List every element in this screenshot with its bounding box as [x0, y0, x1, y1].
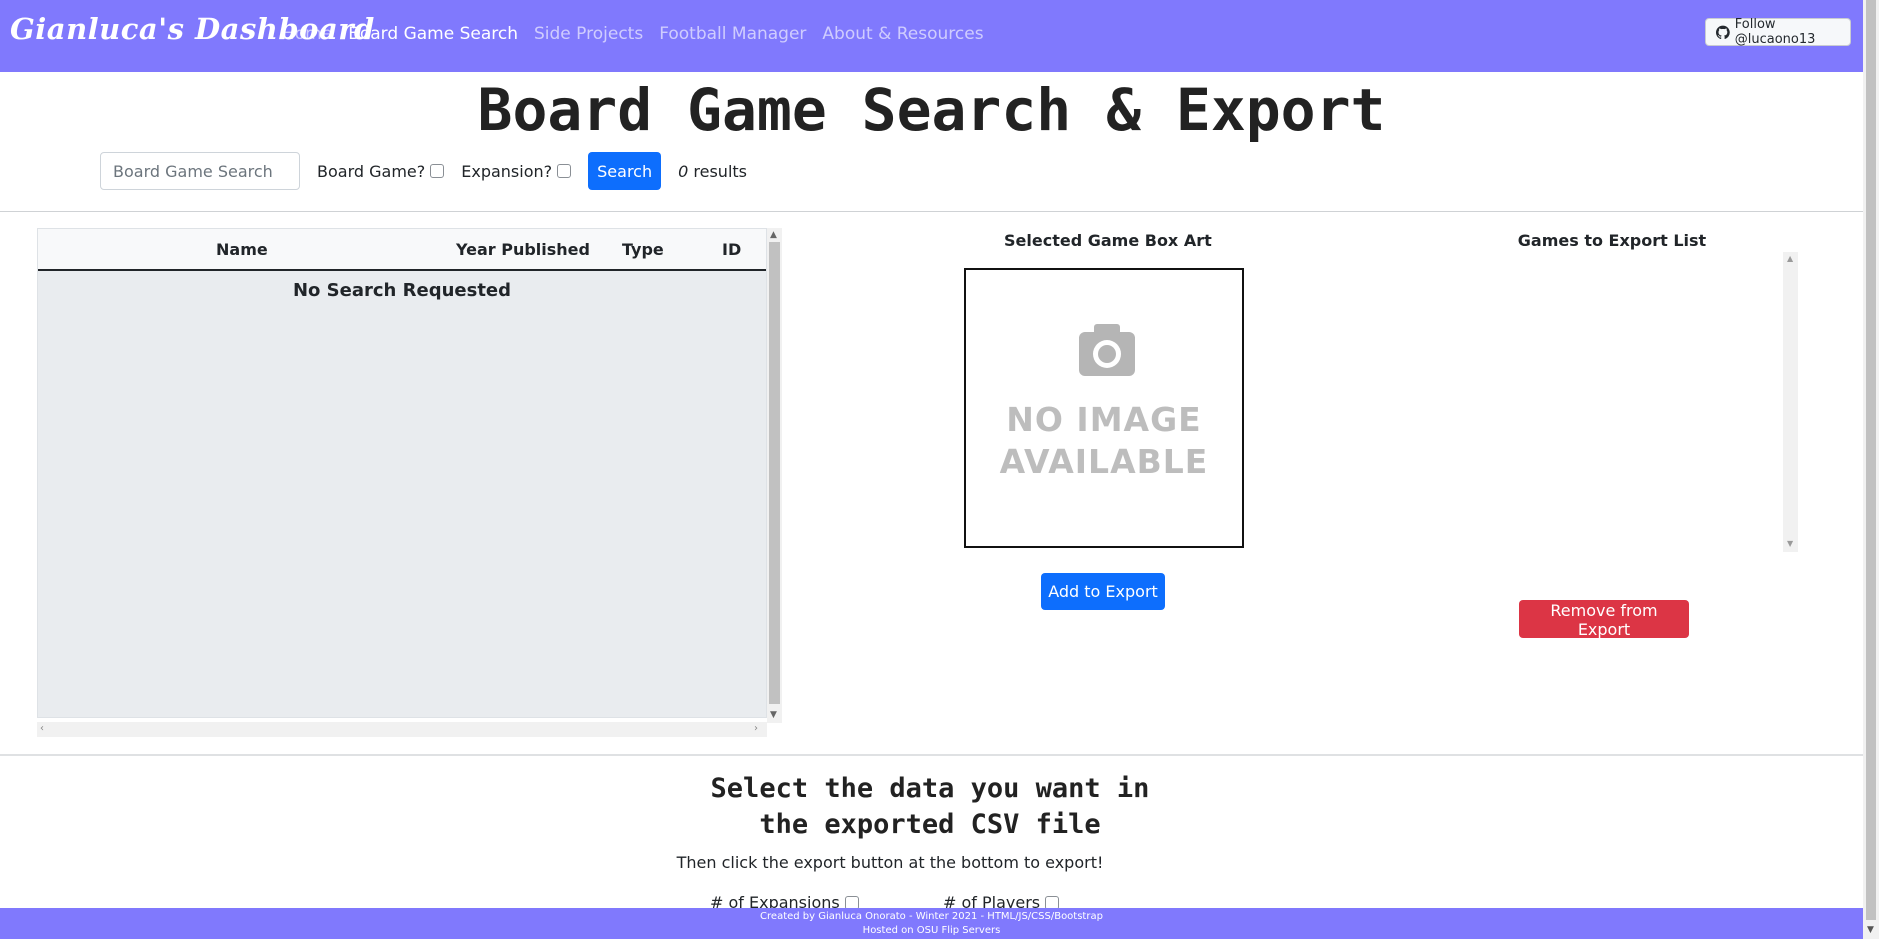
- column-header-type[interactable]: Type: [622, 240, 664, 259]
- csv-section-subtitle: Then click the export button at the bott…: [676, 853, 1104, 872]
- nav-link-about-resources[interactable]: About & Resources: [822, 24, 983, 44]
- navbar: Gianluca's Dashboard Home Board Game Sea…: [0, 0, 1879, 72]
- scroll-left-icon[interactable]: ‹: [40, 723, 44, 734]
- results-table-container: Name Year Published Type ID No Search Re…: [37, 228, 782, 738]
- csv-title-line2: the exported CSV file: [759, 809, 1101, 840]
- no-image-line1: NO IMAGE: [1006, 400, 1202, 439]
- export-list-scrollbar[interactable]: ▲ ▼: [1783, 252, 1798, 552]
- page-scrollbar-thumb[interactable]: [1866, 0, 1876, 920]
- page-title: Board Game Search & Export: [477, 76, 1386, 144]
- nav-link-home[interactable]: Home: [282, 24, 332, 44]
- empty-table-message: No Search Requested: [292, 280, 512, 301]
- page-scrollbar[interactable]: ▼: [1863, 0, 1879, 939]
- table-header: Name Year Published Type ID: [38, 229, 766, 271]
- csv-title-line1: Select the data you want in: [710, 773, 1150, 804]
- csv-section-title: Select the data you want in the exported…: [640, 771, 1220, 843]
- scroll-down-icon[interactable]: ▼: [1787, 539, 1793, 548]
- results-number: 0: [678, 161, 689, 181]
- board-game-checkbox[interactable]: [430, 164, 445, 178]
- column-header-name[interactable]: Name: [216, 240, 268, 259]
- divider: [0, 754, 1863, 756]
- scroll-up-icon[interactable]: ▲: [1787, 254, 1793, 263]
- box-art-title: Selected Game Box Art: [1004, 231, 1212, 250]
- board-game-checkbox-label: Board Game?: [317, 161, 426, 181]
- results-suffix: results: [688, 161, 747, 181]
- scroll-down-icon[interactable]: ▼: [1867, 925, 1874, 935]
- results-table: Name Year Published Type ID No Search Re…: [37, 228, 767, 718]
- follow-label: Follow @lucaono13: [1734, 17, 1816, 47]
- scroll-down-icon[interactable]: ▼: [770, 710, 777, 720]
- divider: [0, 211, 1863, 212]
- nav-links: Home Board Game Search Side Projects Foo…: [282, 24, 984, 44]
- camera-icon: [1079, 324, 1135, 376]
- nav-link-board-game-search[interactable]: Board Game Search: [348, 24, 518, 44]
- nav-link-side-projects[interactable]: Side Projects: [534, 24, 643, 44]
- no-image-line2: AVAILABLE: [999, 442, 1209, 481]
- table-horizontal-scrollbar[interactable]: ‹ ›: [37, 722, 767, 737]
- footer-hosting: Hosted on OSU Flip Servers: [862, 925, 1001, 936]
- search-button[interactable]: Search: [588, 152, 662, 190]
- footer-credits: Created by Gianluca Onorato - Winter 202…: [760, 911, 1103, 922]
- table-vertical-scrollbar[interactable]: ▲ ▼: [767, 228, 782, 723]
- github-icon: [1716, 25, 1730, 39]
- remove-from-export-button[interactable]: Remove from Export: [1519, 600, 1689, 639]
- export-list-title: Games to Export List: [1517, 231, 1707, 250]
- column-header-id[interactable]: ID: [722, 240, 741, 259]
- box-art-image: NO IMAGE AVAILABLE: [964, 268, 1244, 548]
- expansion-checkbox[interactable]: [557, 164, 572, 178]
- expansion-checkbox-label: Expansion?: [461, 161, 553, 181]
- github-follow-button[interactable]: Follow @lucaono13: [1705, 17, 1851, 47]
- search-row: Board Game? Expansion? Search 0 results: [100, 152, 747, 190]
- scroll-right-icon[interactable]: ›: [754, 723, 758, 734]
- nav-link-football-manager[interactable]: Football Manager: [659, 24, 806, 44]
- scrollbar-thumb[interactable]: [769, 242, 780, 704]
- footer: Created by Gianluca Onorato - Winter 202…: [0, 908, 1863, 939]
- results-count: 0 results: [678, 162, 747, 181]
- add-to-export-button[interactable]: Add to Export: [1041, 573, 1165, 610]
- column-header-year-published[interactable]: Year Published: [456, 240, 590, 259]
- scroll-up-icon[interactable]: ▲: [770, 230, 777, 240]
- board-game-search-input[interactable]: [100, 152, 300, 190]
